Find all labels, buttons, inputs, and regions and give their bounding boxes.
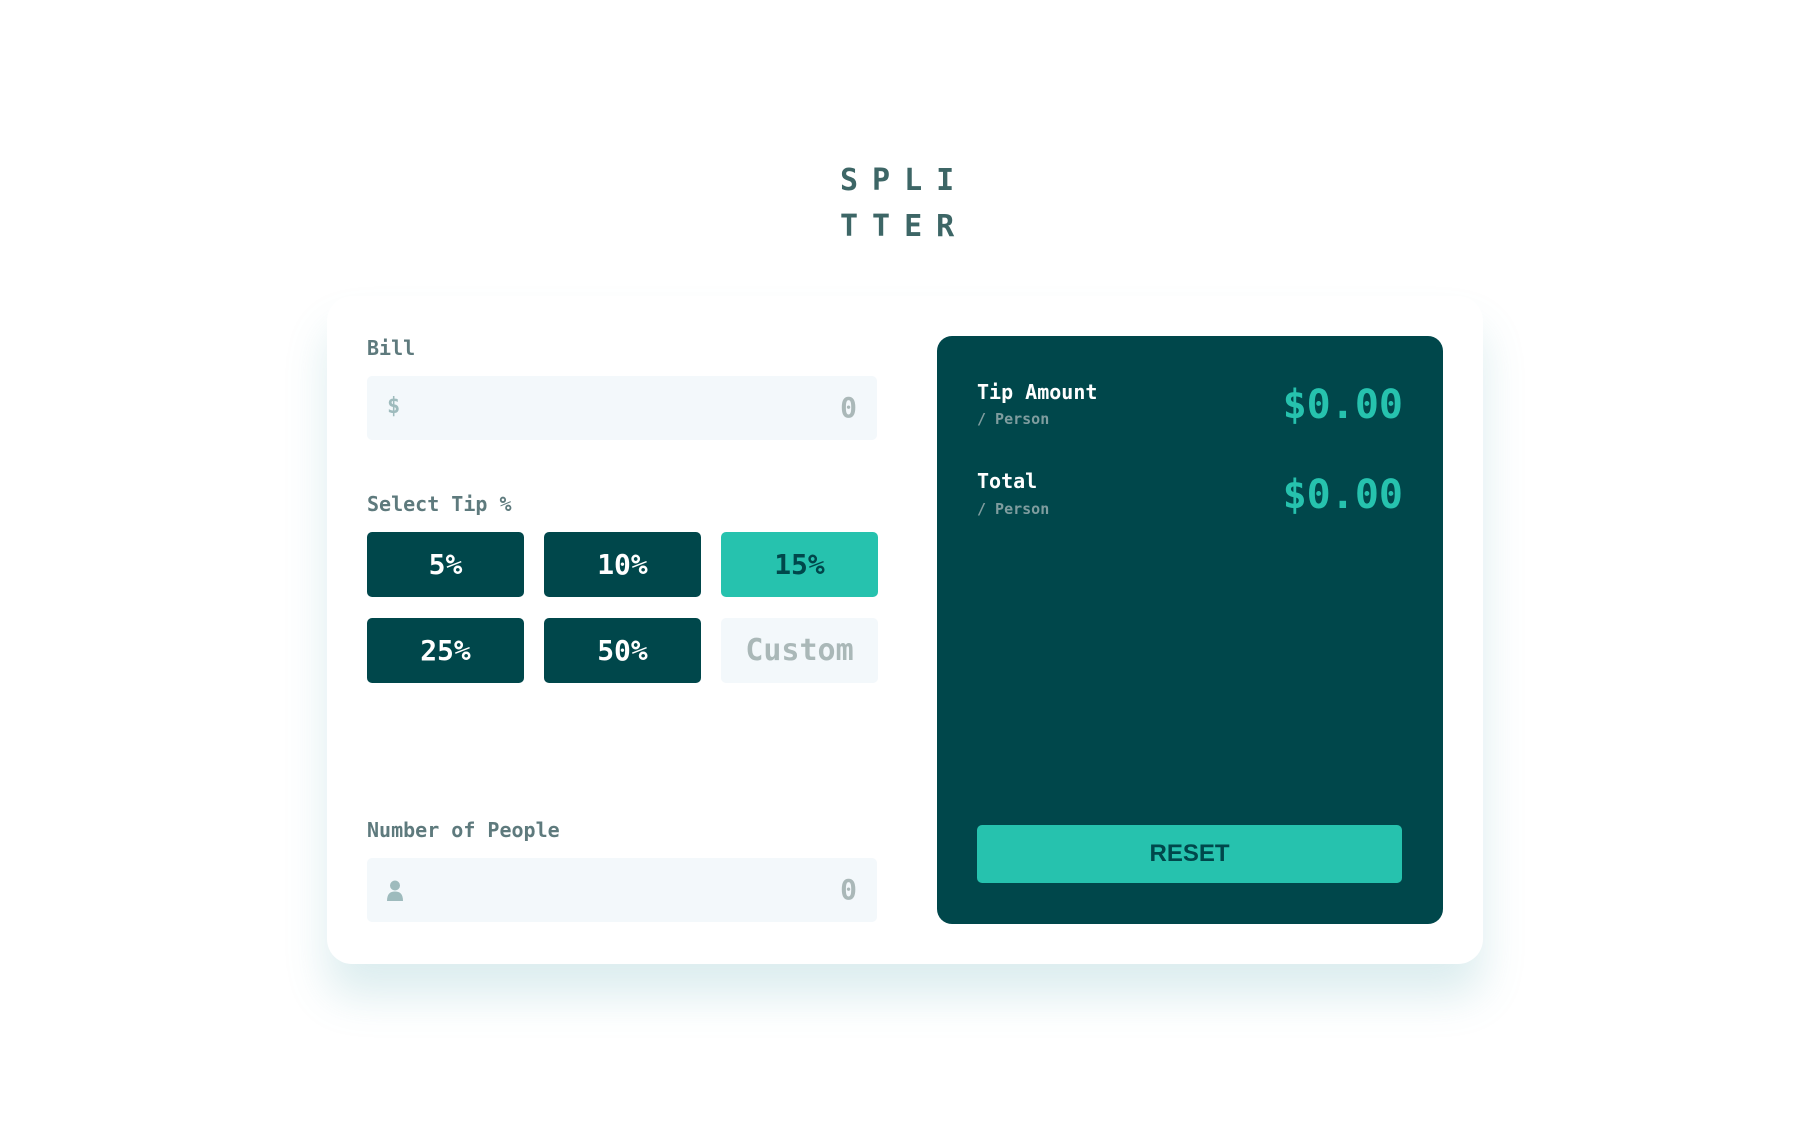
logo-line-1: SPLI: [840, 163, 969, 198]
logo-line-2: TTER: [840, 209, 969, 244]
people-value: 0: [840, 873, 857, 906]
tip-button-5[interactable]: 5%: [367, 532, 524, 597]
total-subtitle: / Person: [977, 500, 1050, 518]
results-panel: Tip Amount / Person $0.00 Total / Person…: [937, 336, 1443, 924]
bill-value: 0: [840, 391, 857, 424]
bill-input[interactable]: $ 0: [367, 376, 877, 440]
bill-label: Bill: [367, 336, 416, 360]
select-tip-label: Select Tip %: [367, 492, 512, 516]
people-input[interactable]: 0: [367, 858, 877, 922]
tip-amount-title: Tip Amount: [977, 380, 1098, 404]
tip-button-25[interactable]: 25%: [367, 618, 524, 683]
person-icon: [387, 880, 403, 901]
total-title: Total: [977, 469, 1038, 493]
tip-button-10[interactable]: 10%: [544, 532, 701, 597]
number-of-people-label: Number of People: [367, 818, 560, 842]
reset-button[interactable]: RESET: [977, 825, 1402, 883]
tip-button-15[interactable]: 15%: [721, 532, 878, 597]
tip-button-50[interactable]: 50%: [544, 618, 701, 683]
tip-amount-value: $0.00: [1282, 382, 1403, 428]
total-value: $0.00: [1282, 472, 1403, 518]
tip-amount-subtitle: / Person: [977, 410, 1050, 428]
custom-tip-input[interactable]: Custom: [721, 618, 878, 683]
dollar-icon: $: [387, 394, 401, 419]
splitter-logo: SPLI TTER: [840, 158, 980, 250]
calculator-card: Bill $ 0 Select Tip % 5% 10% 15% 25% 50%…: [327, 296, 1483, 964]
